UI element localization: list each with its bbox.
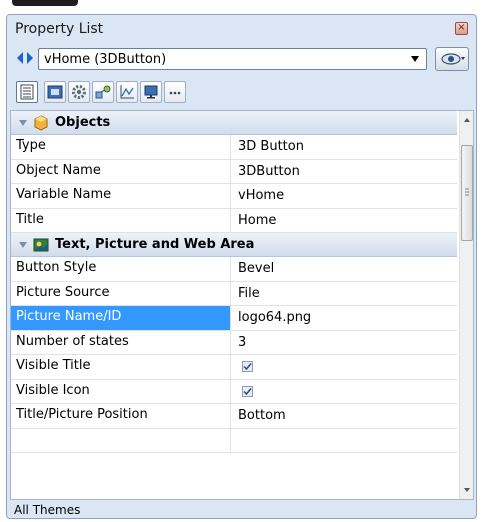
property-value: Bottom: [238, 408, 286, 423]
visible-icon-checkbox[interactable]: [242, 385, 253, 397]
tab-property-list[interactable]: [16, 81, 38, 103]
property-name: Object Name: [11, 159, 231, 183]
property-value: 3DButton: [238, 163, 300, 179]
shapes-icon: [95, 85, 111, 99]
prev-next-object-icon[interactable]: [16, 50, 34, 66]
tab-gear[interactable]: [68, 81, 90, 103]
tab-monitor[interactable]: [140, 81, 162, 103]
property-row-visible-title[interactable]: Visible Title: [11, 355, 457, 380]
more-icon: [169, 91, 181, 95]
property-row-number-of-states[interactable]: Number of states 3: [11, 330, 457, 355]
property-row-partial[interactable]: [11, 428, 457, 453]
tab-shapes[interactable]: [92, 81, 114, 103]
property-list-icon: [20, 84, 34, 100]
cube-icon: [33, 115, 49, 135]
property-name: Number of states: [11, 330, 231, 354]
scroll-down-icon[interactable]: [460, 483, 473, 497]
property-name-selected: Picture Name/ID: [11, 306, 231, 330]
property-tabs: [7, 77, 476, 107]
eye-icon: [441, 53, 465, 65]
property-name: Title: [11, 208, 231, 232]
property-value: vHome: [238, 188, 285, 203]
scroll-up-icon[interactable]: [460, 113, 473, 127]
form-object-icon: [47, 85, 63, 99]
collapse-triangle-icon[interactable]: [19, 120, 27, 126]
property-row-visible-icon[interactable]: Visible Icon: [11, 379, 457, 404]
property-row-button-style[interactable]: Button Style Bevel: [11, 257, 457, 282]
window-title: Property List: [15, 21, 104, 37]
top-edge: [0, 0, 485, 7]
property-value: logo64.png: [238, 310, 312, 325]
object-select-value: vHome (3DButton): [44, 52, 167, 67]
picture-icon: [33, 237, 49, 257]
close-button[interactable]: ×: [455, 22, 468, 35]
scrollbar-thumb[interactable]: [461, 145, 473, 241]
section-text-picture-web-area[interactable]: Text, Picture and Web Area: [11, 233, 457, 257]
property-name: Type: [11, 135, 231, 159]
object-selector-row: vHome (3DButton): [7, 45, 476, 73]
checkmark-icon: [243, 387, 252, 395]
property-rows: Objects Type 3D Button Object Name 3DBut…: [11, 111, 457, 453]
chevron-down-icon: [411, 56, 419, 62]
themes-status: All Themes: [14, 503, 81, 517]
top-edge-fragment: [12, 0, 78, 6]
gear-icon: [72, 85, 86, 99]
property-value: File: [238, 285, 260, 301]
line-chart-icon: [120, 85, 134, 99]
property-name: Button Style: [11, 257, 231, 281]
property-row-type[interactable]: Type 3D Button: [11, 135, 457, 160]
property-value: Home: [238, 212, 277, 228]
property-name: Variable Name: [11, 184, 231, 208]
object-select[interactable]: vHome (3DButton): [38, 48, 427, 70]
property-list-window: Property List × vHome (3DButton) Objects…: [6, 14, 477, 519]
tab-more[interactable]: [164, 81, 186, 103]
property-value: 3: [238, 334, 247, 350]
property-row-picture-name-id[interactable]: Picture Name/ID logo64.png: [11, 306, 457, 331]
property-value: 3D Button: [238, 139, 304, 154]
property-row-title[interactable]: Title Home: [11, 208, 457, 233]
collapse-triangle-icon[interactable]: [19, 242, 27, 248]
close-icon: ×: [457, 22, 466, 33]
visible-title-checkbox[interactable]: [242, 361, 253, 372]
property-name: Visible Icon: [11, 379, 231, 403]
vertical-scrollbar[interactable]: [459, 111, 473, 499]
property-value: Bevel: [238, 261, 275, 276]
section-label: Text, Picture and Web Area: [55, 237, 255, 252]
tab-line-chart[interactable]: [116, 81, 138, 103]
section-label: Objects: [55, 115, 111, 130]
property-name: [11, 428, 231, 452]
title-bar: Property List ×: [7, 15, 476, 42]
property-row-title-picture-position[interactable]: Title/Picture Position Bottom: [11, 404, 457, 429]
section-objects[interactable]: Objects: [11, 111, 457, 135]
property-row-object-name[interactable]: Object Name 3DButton: [11, 159, 457, 184]
property-row-picture-source[interactable]: Picture Source File: [11, 281, 457, 306]
monitor-icon: [144, 85, 158, 99]
property-name: Title/Picture Position: [11, 404, 231, 428]
property-name: Picture Source: [11, 281, 231, 305]
property-grid: Objects Type 3D Button Object Name 3DBut…: [10, 110, 474, 500]
property-name: Visible Title: [11, 355, 231, 379]
view-options-button[interactable]: [435, 47, 469, 71]
status-bar: All Themes: [10, 502, 474, 518]
tab-form-object[interactable]: [44, 81, 66, 103]
property-row-variable-name[interactable]: Variable Name vHome: [11, 184, 457, 209]
checkmark-icon: [243, 363, 252, 371]
